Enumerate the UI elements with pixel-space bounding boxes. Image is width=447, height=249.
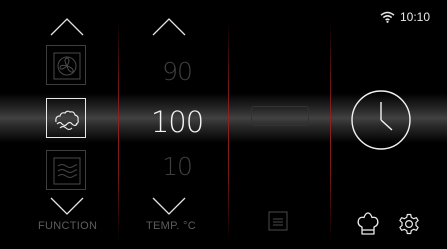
inactive-label-box	[251, 106, 309, 126]
wave-lines-icon	[53, 157, 81, 185]
function-column-label: FUNCTION	[38, 220, 98, 232]
function-low-steam-button[interactable]	[46, 150, 86, 190]
status-bar: 10:10	[380, 10, 430, 24]
column-divider	[330, 20, 331, 242]
gear-icon[interactable]	[397, 212, 421, 236]
clock-time: 10:10	[399, 10, 430, 24]
temperature-option[interactable]: 90	[126, 57, 228, 86]
column-divider	[228, 20, 229, 242]
clock-icon[interactable]	[350, 89, 412, 151]
document-lines-icon[interactable]	[266, 209, 290, 233]
chef-hat-icon[interactable]	[356, 211, 380, 237]
oven-control-screen: 10:10 FUNCTION 90 100 10 TEMP. °C	[0, 0, 447, 249]
temperature-down-arrow-icon[interactable]	[152, 196, 186, 216]
function-steam-button[interactable]	[46, 98, 86, 138]
function-fan-button[interactable]	[46, 45, 86, 85]
wifi-icon	[380, 11, 395, 23]
temperature-selected-value[interactable]: 100	[126, 105, 228, 139]
temperature-option[interactable]: 10	[126, 152, 228, 181]
column-divider	[118, 20, 119, 242]
steam-cloud-icon	[55, 110, 79, 131]
temperature-up-arrow-icon[interactable]	[152, 17, 186, 37]
function-down-arrow-icon[interactable]	[50, 196, 84, 216]
function-up-arrow-icon[interactable]	[50, 17, 84, 37]
fan-icon	[53, 52, 81, 80]
temperature-column-label: TEMP. °C	[146, 220, 196, 232]
